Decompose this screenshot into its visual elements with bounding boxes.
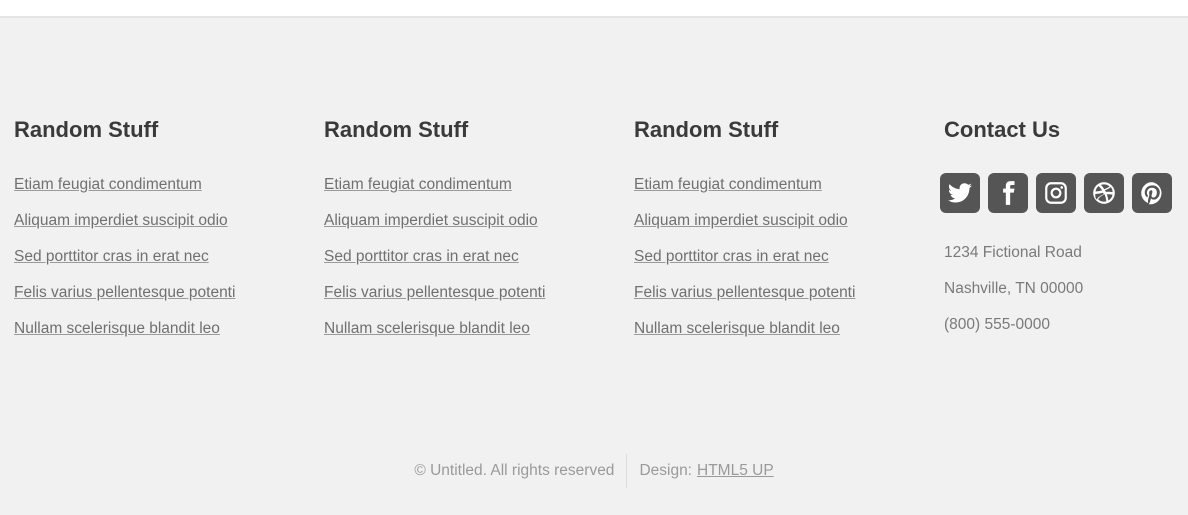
twitter-icon[interactable] xyxy=(940,173,980,213)
link-list: Etiam feugiat condimentum Aliquam imperd… xyxy=(14,174,235,354)
footer-link[interactable]: Nullam scelerisque blandit leo xyxy=(324,320,530,337)
contact-heading: Contact Us xyxy=(944,117,1061,142)
copyright-text: © Untitled. All rights reserved xyxy=(414,462,615,479)
pinterest-icon[interactable] xyxy=(1132,173,1172,213)
footer-link[interactable]: Felis varius pellentesque potenti xyxy=(634,284,855,301)
list-item: Aliquam imperdiet suscipit odio xyxy=(324,210,545,246)
list-item: Aliquam imperdiet suscipit odio xyxy=(14,210,235,246)
list-item: Etiam feugiat condimentum xyxy=(634,174,855,210)
link-list: Etiam feugiat condimentum Aliquam imperd… xyxy=(324,174,545,354)
contact-column: Contact Us xyxy=(944,116,1188,144)
footer-column-3: Random Stuff Etiam feugiat condimentum A… xyxy=(634,116,914,337)
contact-address: 1234 Fictional Road Nashville, TN 00000 … xyxy=(944,242,1083,350)
footer-link[interactable]: Aliquam imperdiet suscipit odio xyxy=(14,212,228,229)
design-credit-link[interactable]: HTML5 UP xyxy=(697,462,774,480)
footer-link[interactable]: Nullam scelerisque blandit leo xyxy=(634,320,840,337)
list-item: Aliquam imperdiet suscipit odio xyxy=(634,210,855,246)
header-strip xyxy=(0,0,1188,18)
list-item: Sed porttitor cras in erat nec xyxy=(634,246,855,282)
list-item: Sed porttitor cras in erat nec xyxy=(324,246,545,282)
footer-link[interactable]: Aliquam imperdiet suscipit odio xyxy=(634,212,848,229)
footer-link[interactable]: Sed porttitor cras in erat nec xyxy=(634,248,829,265)
design-label: Design: xyxy=(639,462,692,479)
phone-number: (800) 555-0000 xyxy=(944,316,1050,333)
footer-column-1: Random Stuff Etiam feugiat condimentum A… xyxy=(14,116,294,337)
facebook-icon[interactable] xyxy=(988,173,1028,213)
footer-link[interactable]: Etiam feugiat condimentum xyxy=(634,176,822,193)
list-item: Nullam scelerisque blandit leo xyxy=(324,318,545,354)
footer-link[interactable]: Etiam feugiat condimentum xyxy=(324,176,512,193)
footer-link[interactable]: Sed porttitor cras in erat nec xyxy=(14,248,209,265)
address-line: Nashville, TN 00000 xyxy=(944,280,1084,297)
address-line: 1234 Fictional Road xyxy=(944,244,1082,261)
footer-link[interactable]: Aliquam imperdiet suscipit odio xyxy=(324,212,538,229)
copyright-bar: © Untitled. All rights reserved Design: … xyxy=(0,454,1188,488)
footer-link[interactable]: Felis varius pellentesque potenti xyxy=(14,284,235,301)
list-item: Felis varius pellentesque potenti xyxy=(324,282,545,318)
link-list: Etiam feugiat condimentum Aliquam imperd… xyxy=(634,174,855,354)
list-item: Felis varius pellentesque potenti xyxy=(14,282,235,318)
list-item: Felis varius pellentesque potenti xyxy=(634,282,855,318)
footer: Random Stuff Etiam feugiat condimentum A… xyxy=(0,18,1188,515)
instagram-icon[interactable] xyxy=(1036,173,1076,213)
social-icons xyxy=(940,173,1172,213)
list-item: Nullam scelerisque blandit leo xyxy=(14,318,235,354)
footer-link[interactable]: Felis varius pellentesque potenti xyxy=(324,284,545,301)
column-heading: Random Stuff xyxy=(634,117,779,142)
footer-column-2: Random Stuff Etiam feugiat condimentum A… xyxy=(324,116,604,337)
pinterest-glyph xyxy=(1141,182,1162,205)
footer-link[interactable]: Sed porttitor cras in erat nec xyxy=(324,248,519,265)
dribbble-icon[interactable] xyxy=(1084,173,1124,213)
column-heading: Random Stuff xyxy=(324,117,469,142)
twitter-glyph xyxy=(948,183,972,203)
footer-link[interactable]: Etiam feugiat condimentum xyxy=(14,176,202,193)
copyright-divider xyxy=(626,454,628,488)
instagram-glyph xyxy=(1045,182,1067,204)
list-item: Etiam feugiat condimentum xyxy=(324,174,545,210)
footer-link[interactable]: Nullam scelerisque blandit leo xyxy=(14,320,220,337)
facebook-glyph xyxy=(1003,181,1015,205)
dribbble-glyph xyxy=(1093,182,1115,204)
list-item: Sed porttitor cras in erat nec xyxy=(14,246,235,282)
list-item: Etiam feugiat condimentum xyxy=(14,174,235,210)
list-item: Nullam scelerisque blandit leo xyxy=(634,318,855,354)
column-heading: Random Stuff xyxy=(14,117,159,142)
